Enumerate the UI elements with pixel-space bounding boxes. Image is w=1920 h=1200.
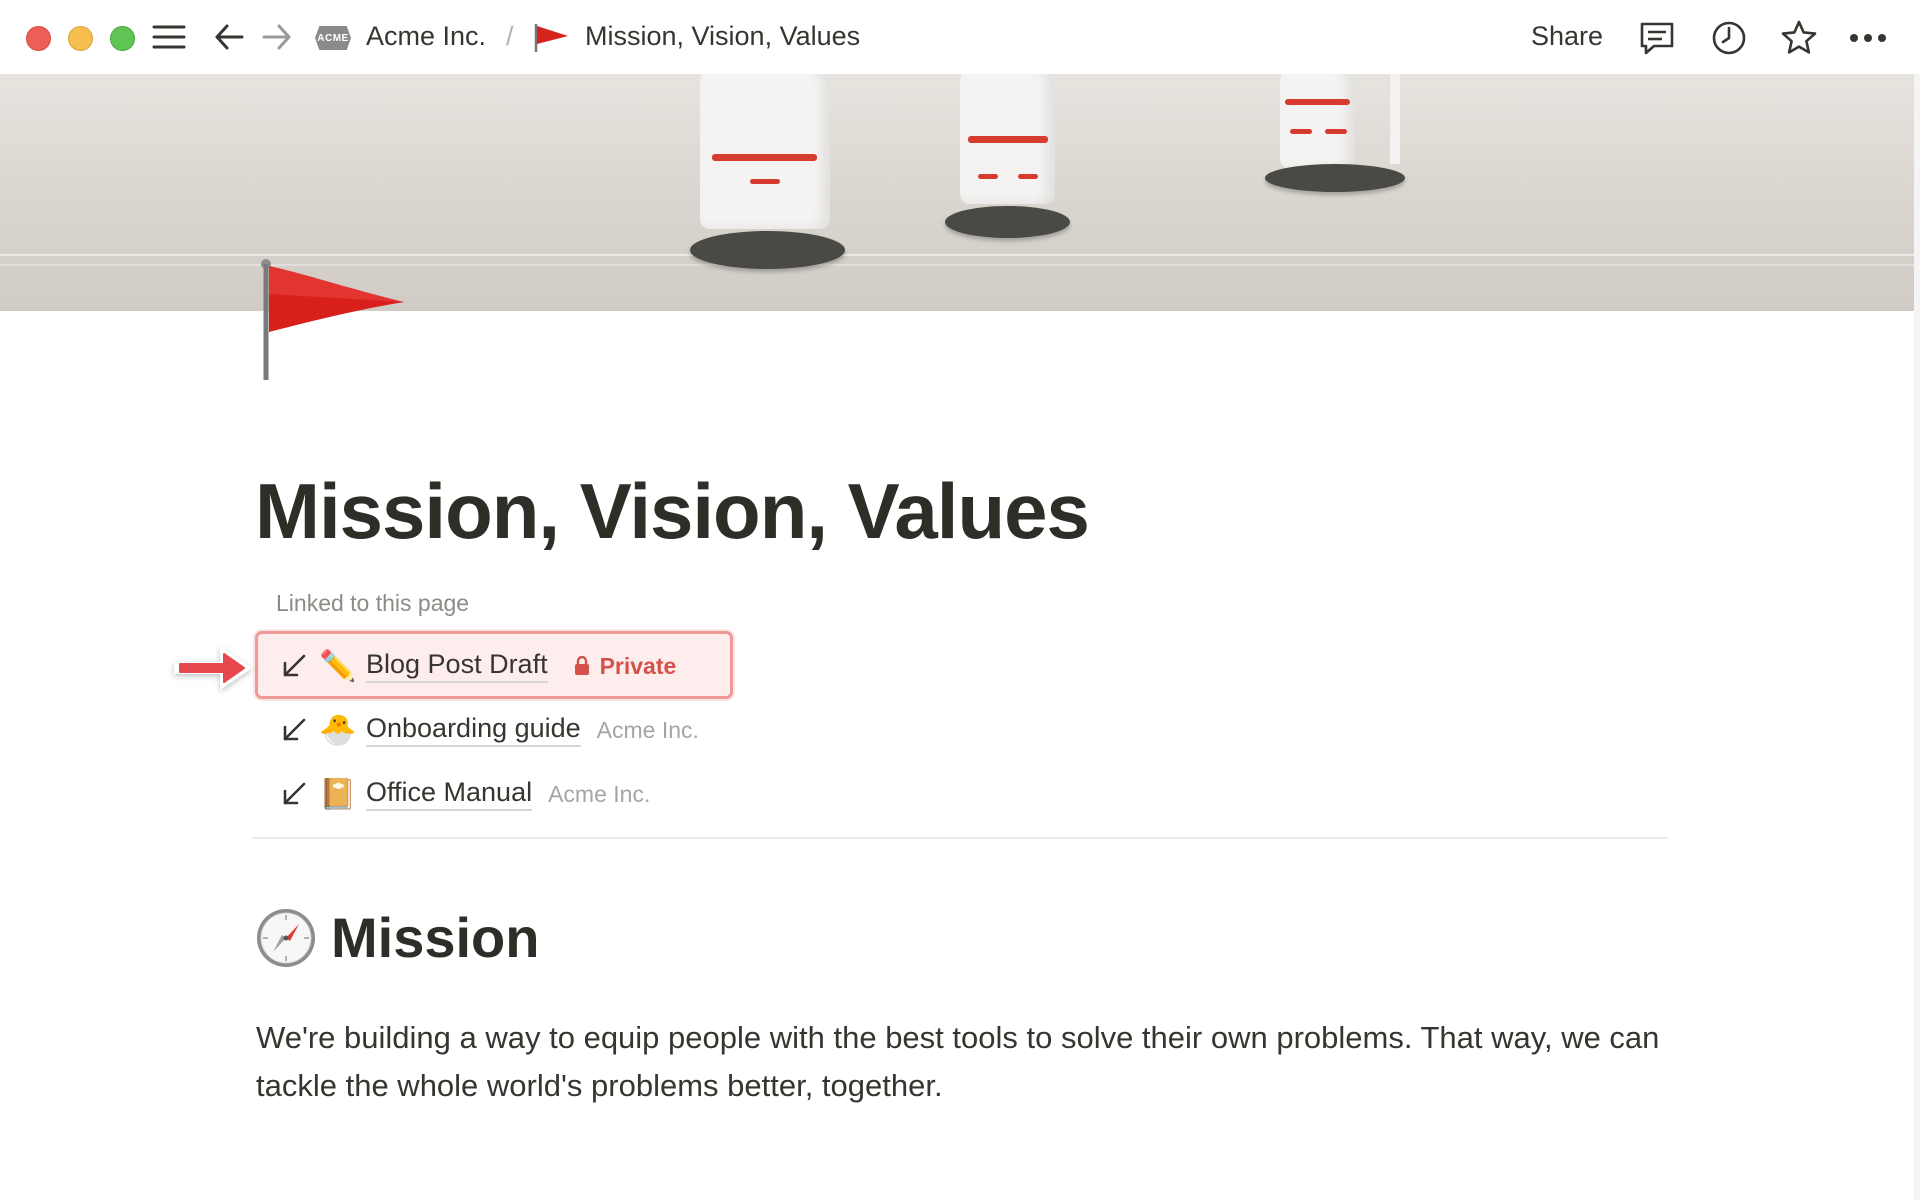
breadcrumb-page[interactable]: Mission, Vision, Values — [585, 21, 860, 52]
page-title[interactable]: Mission, Vision, Values — [255, 466, 1090, 557]
close-window-button[interactable] — [26, 26, 51, 51]
backlink-item[interactable]: 📔 Office Manual Acme Inc. — [280, 766, 650, 822]
forward-arrow-icon[interactable] — [260, 22, 294, 52]
star-icon[interactable] — [1780, 18, 1818, 56]
comment-icon[interactable] — [1638, 19, 1676, 57]
breadcrumb-separator: / — [506, 21, 514, 51]
annotation-arrow-icon — [168, 632, 258, 704]
notebook-icon: 📔 — [319, 777, 357, 811]
minimize-window-button[interactable] — [68, 26, 93, 51]
breadcrumb-workspace[interactable]: Acme Inc. — [366, 21, 486, 52]
mission-heading-text: Mission — [331, 906, 540, 969]
lock-icon — [574, 656, 589, 675]
back-arrow-icon[interactable] — [212, 22, 246, 52]
backlink-item[interactable]: 🐣 Onboarding guide Acme Inc. — [280, 702, 699, 758]
backlink-item[interactable]: ✏️ Blog Post Draft Private — [280, 638, 676, 694]
app-window: ACME Acme Inc. / Mission, Vision, Values… — [0, 0, 1920, 1200]
hatching-chick-icon: 🐣 — [319, 713, 357, 747]
backlink-title[interactable]: Office Manual — [366, 777, 533, 811]
divider — [252, 837, 1668, 839]
menu-icon[interactable] — [152, 22, 186, 52]
workspace-logo-icon[interactable]: ACME — [315, 26, 351, 50]
backlink-arrow-icon — [283, 782, 306, 805]
more-icon[interactable] — [1848, 19, 1888, 57]
red-flag-icon[interactable] — [256, 254, 416, 384]
scrollbar[interactable] — [1914, 74, 1920, 1200]
pencil-icon: ✏️ — [319, 649, 357, 683]
backlink-title[interactable]: Blog Post Draft — [366, 649, 548, 683]
red-flag-icon — [532, 22, 572, 54]
backlink-workspace: Acme Inc. — [548, 780, 651, 807]
backlink-title[interactable]: Onboarding guide — [366, 713, 581, 747]
clock-icon[interactable] — [1710, 19, 1748, 57]
backlink-arrow-icon — [283, 654, 306, 677]
linked-section-label: Linked to this page — [276, 590, 470, 616]
share-button[interactable]: Share — [1531, 21, 1603, 52]
top-bar: ACME Acme Inc. / Mission, Vision, Values… — [0, 0, 1920, 74]
window-controls — [26, 26, 135, 51]
backlink-arrow-icon — [283, 718, 306, 741]
private-badge: Private — [574, 652, 677, 680]
compass-icon — [257, 908, 315, 967]
mission-paragraph[interactable]: We're building a way to equip people wit… — [256, 1014, 1676, 1110]
backlink-workspace: Acme Inc. — [596, 716, 699, 743]
private-label: Private — [599, 652, 677, 679]
maximize-window-button[interactable] — [110, 26, 135, 51]
mission-heading[interactable]: Mission — [255, 905, 539, 970]
